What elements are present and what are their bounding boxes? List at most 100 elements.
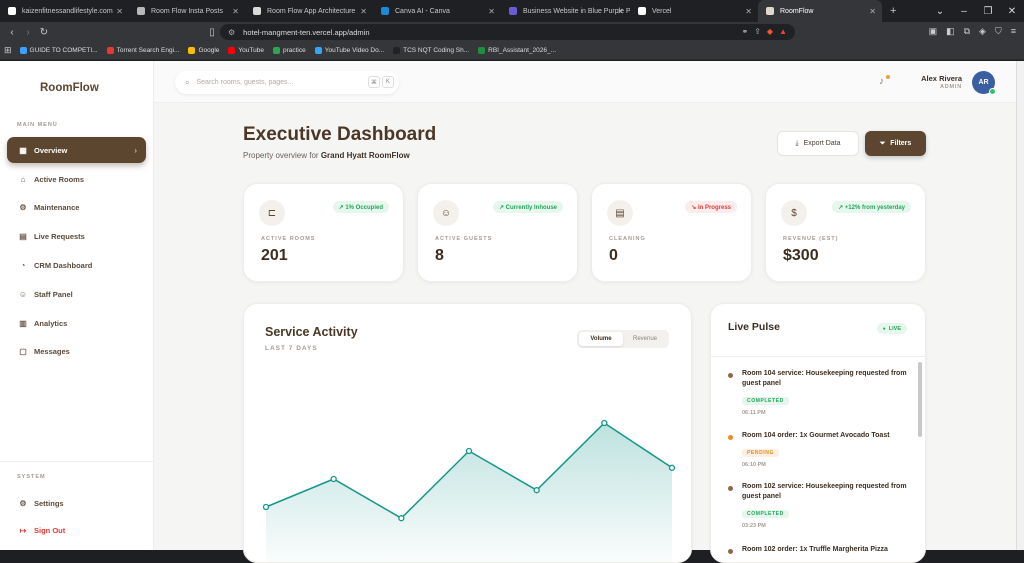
- close-tab-icon[interactable]: ✕: [869, 7, 876, 16]
- bed-icon: ⊏: [259, 200, 285, 226]
- bookmark-label: RBI_Assistant_2026_...: [488, 47, 557, 54]
- close-tab-icon[interactable]: ✕: [745, 7, 752, 16]
- live-pulse-card: Live Pulse ● LIVE Room 104 service: Hous…: [710, 303, 926, 563]
- browser-tab[interactable]: Room Flow App Architecture ✕: [245, 0, 373, 22]
- forward-icon[interactable]: ›: [20, 27, 36, 38]
- close-tab-icon[interactable]: ✕: [617, 7, 624, 16]
- new-tab-icon[interactable]: +: [882, 0, 904, 22]
- apps-icon[interactable]: ⊞: [4, 45, 12, 56]
- screenshot-icon[interactable]: ⧉: [964, 26, 970, 37]
- pulse-item[interactable]: Room 104 order: 1x Gourmet Avocado Toast…: [728, 431, 908, 468]
- sidebar-item-messages[interactable]: ▢ Messages: [7, 339, 146, 365]
- user-name[interactable]: Alex Rivera: [921, 74, 962, 83]
- sidebar-item-overview[interactable]: ▦ Overview ›: [7, 137, 146, 163]
- bookmark-favicon-icon: [393, 47, 401, 54]
- chart-point[interactable]: [330, 475, 337, 483]
- cast-icon[interactable]: ⚭: [742, 27, 749, 36]
- search-icon: ⌕: [185, 77, 190, 87]
- browser-tab[interactable]: Vercel ✕: [630, 0, 758, 22]
- bookmark-item[interactable]: TCS NQT Coding Sh...: [393, 47, 469, 54]
- sidebar-item-maintenance[interactable]: ⚙ Maintenance: [7, 195, 146, 221]
- minimize-icon[interactable]: –: [952, 0, 976, 22]
- browser-tab[interactable]: Business Website in Blue Purple Prof ✕: [501, 0, 630, 22]
- close-tab-icon[interactable]: ✕: [232, 7, 239, 16]
- browser-tab[interactable]: kaizenfitnessandlifestyle.com ✕: [0, 0, 129, 22]
- close-window-icon[interactable]: ✕: [1000, 0, 1024, 22]
- sidebar-item-crm-dashboard[interactable]: ◔ CRM Dashboard: [7, 252, 146, 278]
- wallet-icon[interactable]: ▣: [929, 26, 938, 37]
- export-label: Export Data: [803, 140, 841, 147]
- menu-icon[interactable]: ≡: [1011, 26, 1016, 37]
- users-icon: ☺: [433, 200, 459, 226]
- tab-search-icon[interactable]: ⌄: [928, 0, 952, 22]
- url-bar[interactable]: ⚙ hotel-mangment-ten.vercel.app/admin ⚭ …: [220, 24, 795, 40]
- bookmark-item[interactable]: RBI_Assistant_2026_...: [478, 47, 556, 54]
- tab-favicon-icon: [638, 7, 646, 15]
- stat-badge: ↗ Currently Inhouse: [492, 201, 563, 213]
- browser-tab[interactable]: Canva AI - Canva ✕: [373, 0, 501, 22]
- site-info-icon[interactable]: ⚙: [228, 28, 235, 37]
- pulse-item[interactable]: Room 102 service: Housekeeping requested…: [728, 482, 908, 529]
- live-badge: ● LIVE: [876, 323, 907, 334]
- bookmark-item[interactable]: Torrent Search Engi...: [106, 47, 179, 54]
- search-placeholder: Search rooms, guests, pages...: [196, 79, 294, 86]
- bookmark-item[interactable]: practice: [272, 47, 306, 54]
- bookmark-label: GUIDE TO COMPETI...: [29, 47, 98, 54]
- reload-icon[interactable]: ↻: [36, 27, 52, 38]
- browser-tab[interactable]: RoomFlow ✕: [758, 0, 882, 22]
- pulse-item-text: Room 104 service: Housekeeping requested…: [742, 370, 907, 387]
- browser-tab[interactable]: Room Flow Insta Posts ✕: [129, 0, 245, 22]
- page-scrollbar[interactable]: [1016, 61, 1024, 550]
- brave-shield-icon[interactable]: ◆: [767, 27, 773, 36]
- restore-icon[interactable]: ❐: [976, 0, 1000, 22]
- download-icon: ⤓: [795, 139, 799, 147]
- bookmark-item[interactable]: YouTube: [228, 47, 264, 54]
- bookmark-favicon-icon: [188, 47, 196, 54]
- filters-button[interactable]: ⏷ Filters: [865, 131, 926, 156]
- bookmark-item[interactable]: YouTube Video Do...: [314, 47, 384, 54]
- notification-bell-icon[interactable]: ♪: [879, 76, 884, 87]
- sidebar-item-active-rooms[interactable]: ⌂ Active Rooms: [7, 166, 146, 192]
- close-tab-icon[interactable]: ✕: [116, 7, 123, 16]
- gear-icon: ⚙: [19, 203, 27, 213]
- search-input[interactable]: ⌕ Search rooms, guests, pages... ⌘ K: [175, 71, 399, 94]
- sidebar-item-label: Messages: [34, 347, 70, 357]
- chart-point[interactable]: [398, 515, 405, 522]
- bookmark-item[interactable]: Google: [188, 47, 219, 54]
- chart-point[interactable]: [262, 503, 270, 511]
- grid-icon: ▦: [19, 145, 27, 155]
- sidebar-item-live-requests[interactable]: ▤ Live Requests: [7, 224, 146, 250]
- stat-value: 0: [609, 247, 618, 264]
- bookmark-icon[interactable]: ▯: [204, 27, 220, 38]
- sidebar-item-staff-panel[interactable]: ☺ Staff Panel: [7, 281, 146, 307]
- shortcut-key-cmd: ⌘: [368, 76, 380, 88]
- chart-point[interactable]: [601, 419, 608, 427]
- chart-point[interactable]: [533, 487, 540, 494]
- pulse-divider: [711, 356, 925, 357]
- sidebar-item-settings[interactable]: ⚙ Settings: [7, 490, 146, 516]
- sidebar-toggle-icon[interactable]: ◧: [946, 26, 955, 37]
- property-name: Grand Hyatt RoomFlow: [320, 151, 410, 160]
- bookmark-item[interactable]: GUIDE TO COMPETI...: [19, 47, 98, 54]
- sidebar-item-label: Settings: [34, 498, 64, 508]
- share-icon[interactable]: ⇪: [754, 27, 761, 36]
- export-data-button[interactable]: ⤓ Export Data: [777, 131, 859, 156]
- tab-label: RoomFlow: [780, 7, 814, 15]
- chart-point[interactable]: [465, 447, 473, 455]
- pulse-item[interactable]: Room 102 order: 1x Truffle Margherita Pi…: [728, 545, 908, 555]
- pulse-item[interactable]: Room 104 service: Housekeeping requested…: [728, 369, 908, 416]
- app-logo[interactable]: RoomFlow: [40, 82, 99, 94]
- sidebar-divider: [0, 461, 154, 462]
- clipboard-icon: ▤: [19, 232, 27, 242]
- back-icon[interactable]: ‹: [4, 27, 20, 38]
- shield-icon[interactable]: ⛉: [995, 26, 1002, 37]
- chart-point[interactable]: [668, 464, 676, 471]
- sidebar-item-analytics[interactable]: ▥ Analytics: [7, 310, 146, 336]
- pulse-item-text: Room 102 service: Housekeeping requested…: [742, 483, 907, 500]
- vpn-icon[interactable]: ◈: [979, 26, 986, 37]
- sidebar-item-signout[interactable]: ↦ Sign Out: [7, 517, 146, 543]
- pulse-scrollbar[interactable]: [918, 362, 922, 437]
- close-tab-icon[interactable]: ✕: [360, 7, 367, 16]
- close-tab-icon[interactable]: ✕: [488, 7, 495, 16]
- brave-rewards-icon[interactable]: ▲: [779, 27, 787, 36]
